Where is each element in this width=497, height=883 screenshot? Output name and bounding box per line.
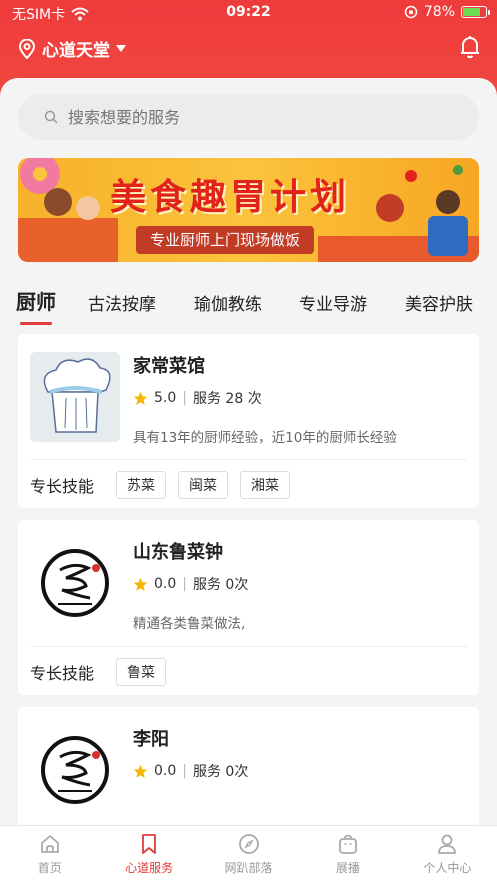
tab-skincare[interactable]: 美容护肤 — [405, 290, 473, 315]
tabbar-item-profile[interactable]: 个人中心 — [398, 826, 497, 883]
compass-icon — [238, 834, 259, 854]
star-icon — [133, 764, 148, 778]
tab-chef[interactable]: 厨师 — [16, 286, 56, 325]
star-icon — [133, 391, 148, 405]
chef-rating: 0.0 | 服务 0次 — [133, 761, 248, 781]
battery-icon — [461, 6, 490, 18]
rating-value: 0.0 — [154, 576, 177, 592]
rating-separator: | — [182, 763, 187, 779]
skill-chip: 湘菜 — [240, 471, 291, 499]
tabbar-item-home[interactable]: 首页 — [0, 826, 99, 883]
tabbar-label: 个人中心 — [423, 861, 472, 875]
banner-subtitle: 专业厨师上门现场做饭 — [136, 226, 315, 254]
battery-percent: 78% — [423, 4, 455, 20]
notification-button[interactable] — [459, 35, 481, 63]
rating-value: 0.0 — [154, 763, 177, 779]
tab-yoga[interactable]: 瑜伽教练 — [194, 290, 262, 315]
chef-rating: 0.0 | 服务 0次 — [133, 574, 248, 594]
chef-hat-icon — [30, 352, 120, 442]
bottom-tab-bar: 首页 心道服务 网趴部落 展播 个人中心 — [0, 825, 497, 883]
service-count: 服务 28 次 — [192, 391, 262, 407]
chef-card[interactable]: 山东鲁菜钟 0.0 | 服务 0次 精通各类鲁菜做法, 专长技能 鲁菜 — [18, 520, 479, 695]
chef-name: 家常菜馆 — [133, 356, 205, 377]
skills-row: 专长技能 鲁菜 — [30, 658, 167, 686]
rating-separator: | — [182, 576, 187, 592]
chef-card[interactable]: 家常菜馆 5.0 | 服务 28 次 具有13年的厨师经验，近10年的厨师长经验… — [18, 334, 479, 508]
chef-description: 精通各类鲁菜做法, — [133, 616, 246, 632]
brand-logo-icon — [30, 725, 120, 815]
card-divider — [30, 646, 467, 647]
search-icon — [44, 110, 58, 124]
promo-banner[interactable]: 美食趣胃计划 专业厨师上门现场做饭 — [18, 158, 479, 262]
tabbar-label: 网趴部落 — [224, 861, 273, 875]
service-count: 服务 0次 — [192, 764, 249, 780]
tab-massage[interactable]: 古法按摩 — [88, 290, 156, 315]
skill-chip: 鲁菜 — [116, 658, 167, 686]
chef-rating: 5.0 | 服务 28 次 — [133, 388, 262, 408]
tabbar-item-community[interactable]: 网趴部落 — [199, 826, 298, 883]
brand-logo-icon — [30, 538, 120, 628]
bag-icon — [339, 834, 357, 854]
location-label: 心道天堂 — [42, 41, 110, 61]
bell-icon — [461, 36, 479, 59]
orientation-lock-icon — [404, 5, 418, 19]
skills-label: 专长技能 — [30, 477, 95, 496]
chef-avatar — [30, 725, 120, 815]
location-selector[interactable]: 心道天堂 — [18, 36, 126, 61]
chef-name: 山东鲁菜钟 — [133, 542, 223, 563]
bookmark-icon — [142, 834, 157, 854]
location-pin-icon — [18, 38, 36, 59]
caret-down-icon — [116, 44, 126, 52]
tabbar-label: 首页 — [37, 861, 62, 875]
tabbar-label: 展播 — [335, 861, 360, 875]
chef-description: 具有13年的厨师经验，近10年的厨师长经验 — [133, 430, 397, 446]
chef-name: 李阳 — [133, 729, 169, 750]
service-count: 服务 0次 — [192, 577, 249, 593]
chef-avatar — [30, 538, 120, 628]
app-header: 心道天堂 — [0, 30, 497, 70]
star-icon — [133, 577, 148, 591]
search-bar[interactable] — [18, 94, 479, 140]
card-divider — [30, 459, 467, 460]
user-icon — [438, 834, 457, 854]
rating-separator: | — [182, 390, 187, 406]
skill-chip: 苏菜 — [116, 471, 167, 499]
tab-guide[interactable]: 专业导游 — [299, 290, 367, 315]
skill-chip: 闽菜 — [178, 471, 229, 499]
tabbar-item-services[interactable]: 心道服务 — [99, 826, 198, 883]
status-bar: 无SIM卡 09:22 78% — [0, 0, 497, 26]
tabbar-item-showcase[interactable]: 展播 — [298, 826, 397, 883]
rating-value: 5.0 — [154, 390, 177, 406]
home-icon — [40, 835, 59, 853]
banner-title: 美食趣胃计划 — [110, 177, 351, 218]
category-tabs: 厨师 古法按摩 瑜伽教练 专业导游 美容护肤 — [0, 274, 497, 325]
tabbar-label: 心道服务 — [125, 861, 174, 875]
chef-avatar — [30, 352, 120, 442]
search-input[interactable] — [68, 107, 448, 127]
skills-label: 专长技能 — [30, 664, 95, 683]
chef-card[interactable]: 李阳 0.0 | 服务 0次 — [18, 707, 479, 837]
skills-row: 专长技能 苏菜 闽菜 湘菜 — [30, 471, 291, 499]
